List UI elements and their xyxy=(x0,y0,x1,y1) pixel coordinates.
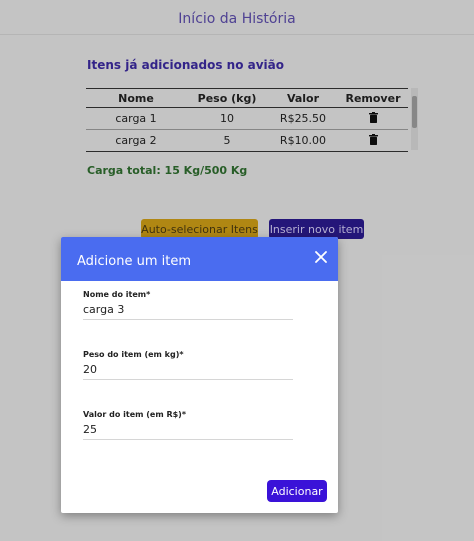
item-name-input[interactable] xyxy=(83,299,293,320)
item-value-field: Valor do item (em R$)* xyxy=(83,410,293,440)
modal-title: Adicione um item xyxy=(77,253,192,269)
add-button[interactable]: Adicionar xyxy=(267,480,327,502)
item-weight-input[interactable] xyxy=(83,359,293,380)
item-name-field: Nome do item* xyxy=(83,290,293,320)
item-weight-label: Peso do item (em kg)* xyxy=(83,350,184,359)
add-item-modal: Adicione um item Nome do item* Peso do i… xyxy=(61,237,338,513)
item-value-label: Valor do item (em R$)* xyxy=(83,410,187,419)
item-weight-field: Peso do item (em kg)* xyxy=(83,350,293,380)
close-icon[interactable] xyxy=(314,250,328,264)
item-name-label: Nome do item* xyxy=(83,290,151,299)
item-value-input[interactable] xyxy=(83,419,293,440)
modal-header: Adicione um item xyxy=(61,237,338,281)
